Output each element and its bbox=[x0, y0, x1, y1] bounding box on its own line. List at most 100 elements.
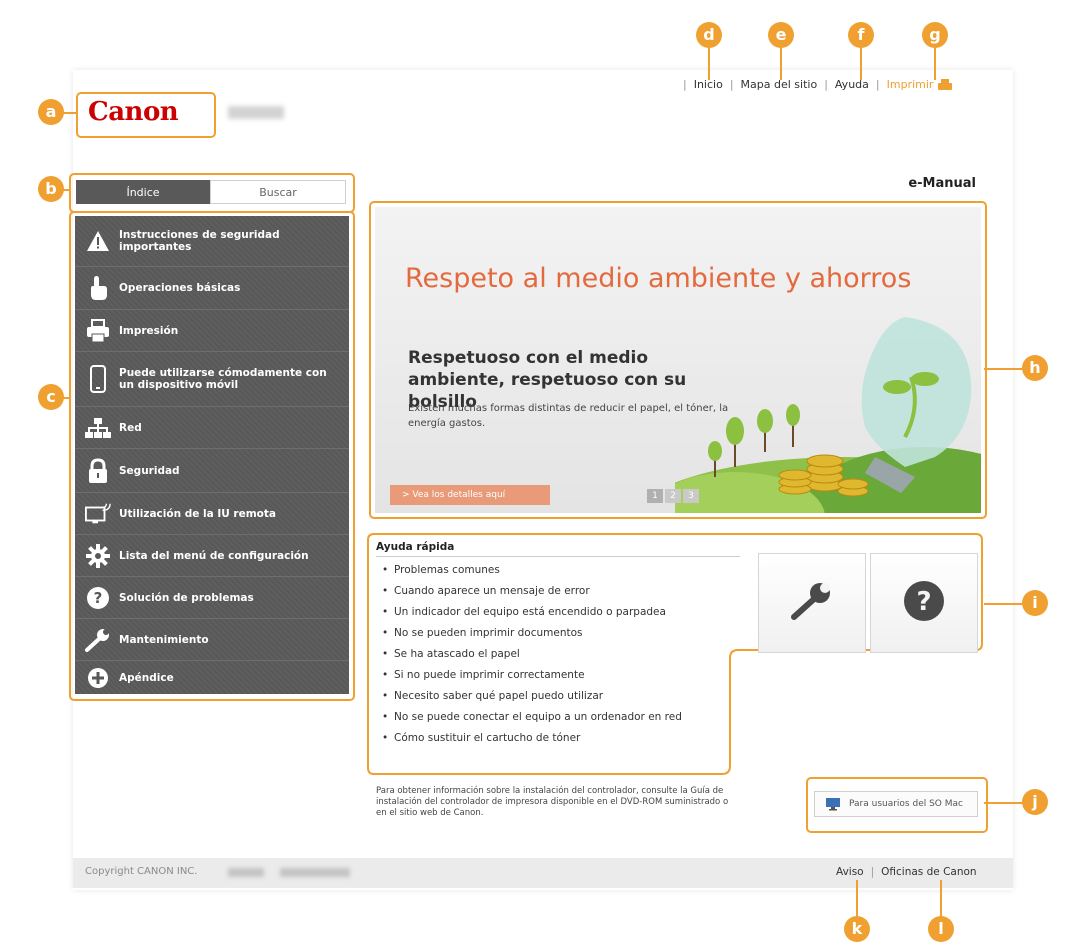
sidebar-menu: Instrucciones de seguridad importantes O… bbox=[75, 216, 349, 694]
quick-help-link[interactable]: Se ha atascado el papel bbox=[382, 648, 732, 661]
sidebar-item-security[interactable]: Seguridad bbox=[75, 449, 349, 493]
printer-icon bbox=[85, 318, 111, 344]
callout-f: f bbox=[848, 22, 874, 48]
callout-l-line bbox=[940, 880, 942, 918]
canon-wordmark: Canon bbox=[88, 97, 179, 127]
print-link[interactable]: Imprimir bbox=[887, 78, 953, 91]
hand-icon bbox=[85, 275, 111, 301]
banner-headline: Respeto al medio ambiente y ahorros bbox=[405, 263, 912, 294]
nav-sitemap-link[interactable]: Mapa del sitio bbox=[741, 78, 818, 91]
gear-icon bbox=[85, 543, 111, 569]
sidebar-item-appendix[interactable]: Apéndice bbox=[75, 661, 349, 694]
quick-help-link[interactable]: No se puede conectar el equipo a un orde… bbox=[382, 711, 732, 724]
callout-k-line bbox=[856, 880, 858, 918]
print-label: Imprimir bbox=[886, 78, 934, 91]
remote-ui-icon bbox=[85, 501, 111, 527]
troubleshooting-shortcut-button[interactable]: ? bbox=[870, 553, 978, 653]
notice-link[interactable]: Aviso bbox=[836, 866, 864, 878]
quick-help-divider bbox=[376, 556, 740, 557]
sidebar-item-label: Utilización de la IU remota bbox=[119, 507, 276, 520]
nav-divider: | bbox=[683, 78, 687, 91]
sidebar-item-maintenance[interactable]: Mantenimiento bbox=[75, 619, 349, 661]
banner-details-link[interactable]: > Vea los detalles aquí bbox=[390, 485, 550, 505]
sidebar-item-settings-menu[interactable]: Lista del menú de configuración bbox=[75, 535, 349, 577]
quick-help-link[interactable]: Cuando aparece un mensaje de error bbox=[382, 585, 732, 598]
callout-d-line bbox=[708, 48, 710, 80]
callout-e: e bbox=[768, 22, 794, 48]
tab-index[interactable]: Índice bbox=[76, 180, 210, 204]
banner-carousel[interactable]: Respeto al medio ambiente y ahorros Resp… bbox=[375, 207, 981, 513]
nav-divider: | bbox=[729, 78, 734, 91]
nav-help-link[interactable]: Ayuda bbox=[835, 78, 869, 91]
callout-d: d bbox=[696, 22, 722, 48]
sidebar-menu-frame: Instrucciones de seguridad importantes O… bbox=[69, 211, 355, 701]
callout-i-line bbox=[984, 603, 1024, 605]
sidebar-item-label: Seguridad bbox=[119, 464, 180, 477]
banner-frame: Respeto al medio ambiente y ahorros Resp… bbox=[369, 201, 987, 519]
callout-l: l bbox=[928, 916, 954, 942]
sidebar-item-label: Lista del menú de configuración bbox=[119, 549, 309, 562]
callout-g-line bbox=[934, 48, 936, 80]
question-icon: ? bbox=[903, 580, 945, 626]
quick-help-title: Ayuda rápida bbox=[376, 541, 455, 553]
tab-search[interactable]: Buscar bbox=[210, 180, 346, 204]
callout-b: b bbox=[38, 176, 64, 202]
quick-help-link[interactable]: Si no puede imprimir correctamente bbox=[382, 669, 732, 682]
mac-button-frame: Para usuarios del SO Mac bbox=[806, 777, 988, 833]
quick-help-link[interactable]: No se pueden imprimir documentos bbox=[382, 627, 732, 640]
sidebar-item-label: Impresión bbox=[119, 324, 179, 337]
sidebar-item-label: Instrucciones de seguridad importantes bbox=[119, 229, 280, 253]
sidebar-item-label: Red bbox=[119, 421, 142, 434]
footer-links: Aviso | Oficinas de Canon bbox=[836, 866, 977, 878]
network-icon bbox=[85, 415, 111, 441]
mobile-icon bbox=[85, 365, 111, 393]
callout-g: g bbox=[922, 22, 948, 48]
mac-users-button[interactable]: Para usuarios del SO Mac bbox=[814, 791, 978, 817]
quick-help-link[interactable]: Cómo sustituir el cartucho de tóner bbox=[382, 732, 732, 745]
model-code-blurred bbox=[228, 868, 264, 877]
sidebar-item-label: Solución de problemas bbox=[119, 591, 254, 604]
sidebar-item-troubleshooting[interactable]: ? Solución de problemas bbox=[75, 577, 349, 619]
banner-pager: 1 2 3 bbox=[647, 489, 701, 503]
quick-help-list: Problemas comunes Cuando aparece un mens… bbox=[382, 564, 732, 753]
lock-icon bbox=[85, 457, 111, 484]
tab-group: Índice Buscar bbox=[69, 173, 355, 213]
callout-a: a bbox=[38, 99, 64, 125]
sidebar-item-remote-ui[interactable]: Utilización de la IU remota bbox=[75, 493, 349, 535]
footer-divider: | bbox=[870, 866, 875, 878]
banner-page-1[interactable]: 1 bbox=[647, 489, 663, 503]
copyright-text: Copyright CANON INC. bbox=[85, 866, 198, 877]
sidebar-item-safety[interactable]: Instrucciones de seguridad importantes bbox=[75, 216, 349, 267]
callout-k: k bbox=[844, 916, 870, 942]
sidebar-item-label: Mantenimiento bbox=[119, 633, 209, 646]
canon-offices-link[interactable]: Oficinas de Canon bbox=[881, 866, 976, 878]
callout-h: h bbox=[1022, 355, 1048, 381]
driver-install-note: Para obtener información sobre la instal… bbox=[376, 786, 729, 818]
wrench-icon bbox=[85, 627, 111, 653]
top-nav: | Inicio | Mapa del sitio | Ayuda | Impr… bbox=[676, 78, 953, 91]
model-name-blurred bbox=[228, 106, 284, 119]
callout-h-line bbox=[984, 368, 1024, 370]
warning-icon bbox=[85, 228, 111, 254]
callout-j: j bbox=[1022, 789, 1048, 815]
banner-page-2[interactable]: 2 bbox=[665, 489, 681, 503]
quick-help-link[interactable]: Necesito saber qué papel puedo utilizar bbox=[382, 690, 732, 703]
printer-icon bbox=[938, 78, 953, 91]
banner-page-3[interactable]: 3 bbox=[683, 489, 699, 503]
callout-e-line bbox=[780, 48, 782, 80]
svg-text:?: ? bbox=[94, 589, 103, 607]
callout-c: c bbox=[38, 384, 64, 410]
callout-i: i bbox=[1022, 590, 1048, 616]
sidebar-item-mobile[interactable]: Puede utilizarse cómodamente con un disp… bbox=[75, 352, 349, 407]
monitor-icon bbox=[825, 797, 841, 811]
sidebar-item-printing[interactable]: Impresión bbox=[75, 310, 349, 352]
canon-logo[interactable]: Canon bbox=[76, 92, 216, 138]
sidebar-item-basic-ops[interactable]: Operaciones básicas bbox=[75, 267, 349, 310]
maintenance-shortcut-button[interactable] bbox=[758, 553, 866, 653]
mac-users-label: Para usuarios del SO Mac bbox=[849, 799, 963, 809]
quick-help-link[interactable]: Un indicador del equipo está encendido o… bbox=[382, 606, 732, 619]
callout-a-line bbox=[62, 112, 76, 114]
sidebar-item-network[interactable]: Red bbox=[75, 407, 349, 449]
quick-help-link[interactable]: Problemas comunes bbox=[382, 564, 732, 577]
callout-f-line bbox=[860, 48, 862, 80]
